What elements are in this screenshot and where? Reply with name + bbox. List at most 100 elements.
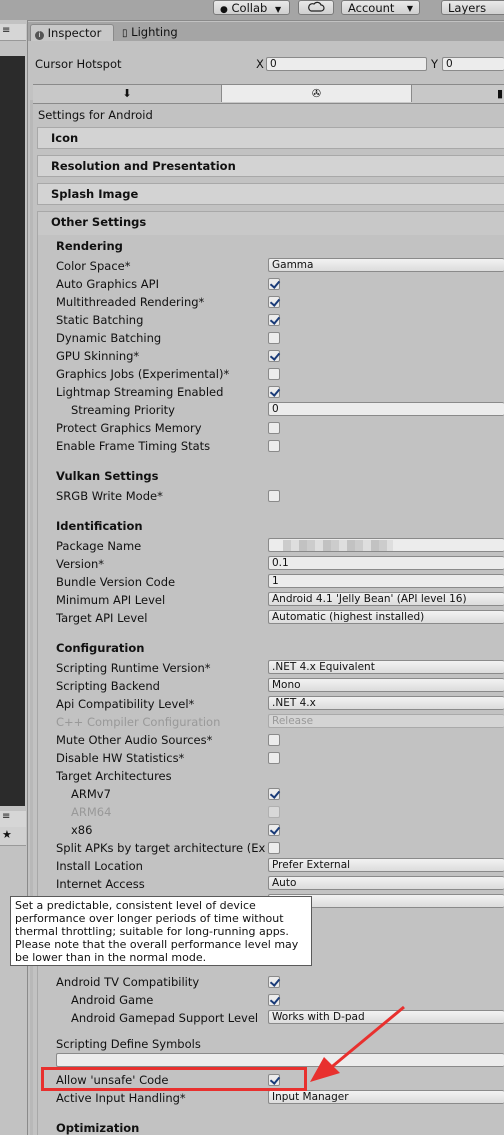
scrollbar[interactable] bbox=[30, 100, 33, 1135]
platform-tab-android[interactable]: ✇ bbox=[222, 85, 412, 102]
star-icon[interactable]: ★ bbox=[2, 828, 12, 841]
internet-access-label: Internet Access bbox=[56, 877, 145, 891]
foldout-splash[interactable]: Splash Image bbox=[37, 183, 504, 205]
package-name-label: Package Name bbox=[56, 539, 142, 553]
split-apks-label: Split APKs by target architecture (Ex bbox=[56, 841, 266, 855]
scripting-define-field[interactable] bbox=[56, 1053, 504, 1067]
package-name-field[interactable] bbox=[268, 538, 504, 552]
scripting-runtime-dropdown[interactable]: .NET 4.x Equivalent bbox=[268, 660, 504, 674]
foldout-other-settings[interactable]: Other Settings bbox=[37, 211, 504, 235]
favorites-bar: ★ bbox=[0, 827, 26, 846]
min-api-dropdown[interactable]: Android 4.1 'Jelly Bean' (API level 16) bbox=[268, 592, 504, 606]
color-space-dropdown[interactable]: Gamma bbox=[268, 258, 504, 272]
version-field[interactable]: 0.1 bbox=[268, 556, 504, 570]
panel-menu-icon[interactable]: ≡ bbox=[2, 811, 10, 822]
tab-label: Inspector bbox=[47, 26, 102, 40]
color-space-label: Color Space* bbox=[56, 259, 131, 273]
gamepad-support-label: Android Gamepad Support Level bbox=[71, 1011, 259, 1025]
x86-label: x86 bbox=[71, 823, 93, 837]
install-location-label: Install Location bbox=[56, 859, 143, 873]
panel-menu-icon[interactable]: ≡ bbox=[2, 25, 10, 36]
hierarchy-view[interactable] bbox=[0, 56, 25, 806]
account-button[interactable]: Account ▼ bbox=[341, 0, 420, 15]
check-icon: ● bbox=[220, 5, 228, 15]
scripting-runtime-label: Scripting Runtime Version* bbox=[56, 661, 211, 675]
platform-tab-webgl[interactable]: ▮ bbox=[412, 85, 504, 102]
mute-audio-label: Mute Other Audio Sources* bbox=[56, 733, 213, 747]
target-api-label: Target API Level bbox=[56, 611, 148, 625]
disable-hw-stats-checkbox[interactable] bbox=[268, 752, 280, 764]
tab-lighting[interactable]: ▯ Lighting bbox=[118, 24, 198, 41]
left-panel-tab[interactable]: ≡ bbox=[0, 24, 26, 41]
active-input-dropdown[interactable]: Input Manager bbox=[268, 1090, 504, 1104]
tab-inspector[interactable]: i Inspector bbox=[30, 24, 114, 41]
lightmap-streaming-checkbox[interactable] bbox=[268, 386, 280, 398]
streaming-priority-label: Streaming Priority bbox=[71, 403, 175, 417]
streaming-priority-field[interactable]: 0 bbox=[268, 402, 504, 416]
platform-tabs: ⬇ ✇ ▮ bbox=[33, 84, 504, 104]
armv7-checkbox[interactable] bbox=[268, 788, 280, 800]
scripting-backend-dropdown[interactable]: Mono bbox=[268, 678, 504, 692]
multithreaded-checkbox[interactable] bbox=[268, 296, 280, 308]
protect-graphics-memory-checkbox[interactable] bbox=[268, 422, 280, 434]
multithreaded-label: Multithreaded Rendering* bbox=[56, 295, 205, 309]
srgb-write-checkbox[interactable] bbox=[268, 490, 280, 502]
section-vulkan: Vulkan Settings bbox=[56, 469, 159, 483]
api-compat-label: Api Compatibility Level* bbox=[56, 697, 195, 711]
tab-label: Lighting bbox=[131, 25, 178, 39]
layers-button[interactable]: Layers bbox=[441, 0, 504, 15]
android-game-label: Android Game bbox=[71, 993, 154, 1007]
section-optimization: Optimization bbox=[56, 1121, 140, 1135]
android-tv-checkbox[interactable] bbox=[268, 976, 280, 988]
section-configuration: Configuration bbox=[56, 641, 145, 655]
bundle-version-code-field[interactable]: 1 bbox=[268, 574, 504, 588]
arm64-label: ARM64 bbox=[71, 805, 112, 819]
scripting-backend-label: Scripting Backend bbox=[56, 679, 160, 693]
arrow-shaft bbox=[327, 1005, 405, 1072]
y-label: Y bbox=[431, 57, 439, 71]
gpu-skinning-checkbox[interactable] bbox=[268, 350, 280, 362]
collab-button[interactable]: ● Collab ▼ bbox=[213, 0, 290, 15]
section-identification: Identification bbox=[56, 519, 143, 533]
api-compat-dropdown[interactable]: .NET 4.x bbox=[268, 696, 504, 710]
foldout-icon[interactable]: Icon bbox=[37, 127, 504, 149]
cpp-compiler-label: C++ Compiler Configuration bbox=[56, 715, 221, 729]
download-icon: ⬇ bbox=[122, 87, 132, 100]
scripting-define-label: Scripting Define Symbols bbox=[56, 1037, 201, 1051]
info-icon: i bbox=[35, 31, 44, 40]
monitor-icon: ▮ bbox=[496, 87, 503, 100]
platform-tab-standalone[interactable]: ⬇ bbox=[33, 85, 222, 102]
install-location-dropdown[interactable]: Prefer External bbox=[268, 858, 504, 872]
cloud-button[interactable] bbox=[298, 0, 334, 15]
dynamic-batching-checkbox[interactable] bbox=[268, 332, 280, 344]
hotspot-y-field[interactable]: 0 bbox=[442, 57, 504, 71]
static-batching-checkbox[interactable] bbox=[268, 314, 280, 326]
x86-checkbox[interactable] bbox=[268, 824, 280, 836]
arrow-head bbox=[310, 1057, 340, 1082]
static-batching-label: Static Batching bbox=[56, 313, 144, 327]
chevron-down-icon: ▼ bbox=[274, 5, 282, 14]
account-label: Account bbox=[348, 1, 395, 15]
target-api-dropdown[interactable]: Automatic (highest installed) bbox=[268, 610, 504, 624]
version-label: Version* bbox=[56, 557, 105, 571]
auto-graphics-api-checkbox[interactable] bbox=[268, 278, 280, 290]
section-rendering: Rendering bbox=[56, 239, 123, 253]
left-bottom-tab[interactable]: ≡ bbox=[0, 811, 26, 828]
android-game-checkbox[interactable] bbox=[268, 994, 280, 1006]
mute-audio-checkbox[interactable] bbox=[268, 734, 280, 746]
collab-label: Collab bbox=[231, 1, 268, 15]
foldout-resolution[interactable]: Resolution and Presentation bbox=[37, 155, 504, 177]
tooltip: Set a predictable, consistent level of d… bbox=[10, 896, 312, 966]
internet-access-dropdown[interactable]: Auto bbox=[268, 876, 504, 890]
protect-graphics-memory-label: Protect Graphics Memory bbox=[56, 421, 202, 435]
armv7-label: ARMv7 bbox=[71, 787, 111, 801]
frame-timing-checkbox[interactable] bbox=[268, 440, 280, 452]
hotspot-x-field[interactable]: 0 bbox=[266, 57, 427, 71]
lighting-icon: ▯ bbox=[122, 28, 128, 39]
cloud-icon bbox=[308, 1, 325, 12]
blurred-value bbox=[283, 540, 393, 551]
highlight-box bbox=[41, 1067, 307, 1091]
split-apks-checkbox[interactable] bbox=[268, 842, 280, 854]
toolbar: ● Collab ▼ Account ▼ Layers bbox=[0, 0, 504, 21]
graphics-jobs-checkbox[interactable] bbox=[268, 368, 280, 380]
